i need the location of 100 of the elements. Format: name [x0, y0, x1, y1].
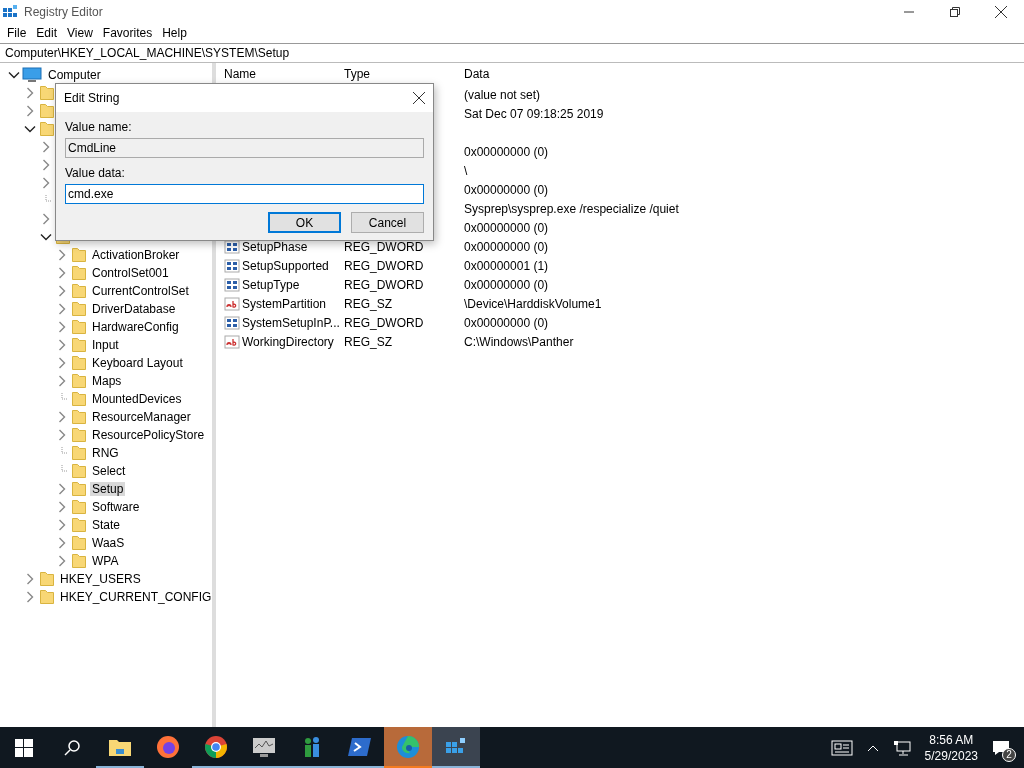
expand-chevron-icon[interactable]: [56, 537, 68, 549]
notification-icon[interactable]: [992, 739, 1010, 756]
folder-icon: [72, 518, 86, 532]
tree-item[interactable]: ResourceManager: [90, 410, 193, 424]
value-name-field[interactable]: CmdLine: [65, 138, 424, 158]
expand-chevron-icon[interactable]: [24, 573, 36, 585]
folder-icon: [72, 284, 86, 298]
folder-icon: [72, 392, 86, 406]
chevron-up-icon[interactable]: [866, 743, 879, 752]
expand-chevron-icon[interactable]: [56, 411, 68, 423]
tree-item[interactable]: MountedDevices: [90, 392, 184, 406]
expand-chevron-icon[interactable]: [24, 591, 36, 603]
news-icon[interactable]: [830, 739, 853, 756]
tree-item[interactable]: WPA: [90, 554, 121, 568]
expand-chevron-icon[interactable]: [56, 339, 68, 351]
windows-start-icon[interactable]: [15, 738, 33, 757]
value-data: \Device\HarddiskVolume1: [464, 296, 602, 311]
tree-item[interactable]: Input: [90, 338, 121, 352]
expand-chevron-icon[interactable]: [40, 159, 52, 171]
dialog-button[interactable]: Cancel: [351, 212, 424, 233]
tree-item[interactable]: CurrentControlSet: [90, 284, 191, 298]
value-data-field[interactable]: cmd.exe: [65, 184, 424, 204]
value-data: 0x00000000 (0): [464, 182, 549, 197]
collapse-chevron-icon[interactable]: [8, 69, 20, 81]
expand-chevron-icon[interactable]: [56, 249, 68, 261]
column-header[interactable]: Type: [344, 67, 464, 81]
folder-icon: [72, 338, 86, 352]
close-icon[interactable]: [995, 5, 1007, 18]
column-header[interactable]: Data: [464, 67, 1024, 81]
expand-chevron-icon[interactable]: [56, 501, 68, 513]
restore-icon[interactable]: [950, 6, 960, 17]
tree-item[interactable]: RNG: [90, 446, 121, 460]
expand-chevron-icon[interactable]: [56, 483, 68, 495]
menu-item[interactable]: Favorites: [97, 26, 158, 40]
tree-item[interactable]: State: [90, 518, 123, 532]
tree-item[interactable]: HKEY_USERS: [58, 572, 143, 586]
expand-chevron-icon[interactable]: [40, 141, 52, 153]
expand-chevron-icon[interactable]: [56, 429, 68, 441]
expand-chevron-icon[interactable]: [56, 555, 68, 567]
folder-icon: [72, 266, 86, 280]
folder-icon: [40, 104, 54, 118]
value-data: 0x00000000 (0): [464, 239, 549, 254]
expand-chevron-icon[interactable]: [40, 177, 52, 189]
close-icon[interactable]: [413, 92, 425, 104]
value-data: \: [464, 163, 468, 178]
clock[interactable]: 8:56 AM 5/29/2023: [924, 731, 978, 764]
tree-item[interactable]: ResourcePolicyStore: [90, 428, 207, 442]
folder-icon: [40, 572, 54, 586]
collapse-chevron-icon[interactable]: [24, 123, 36, 135]
value-data: (value not set): [464, 87, 541, 102]
tree-item[interactable]: WaaS: [90, 536, 127, 550]
string-value-icon: [224, 295, 240, 312]
folder-icon: [72, 356, 86, 370]
address-bar[interactable]: Computer\HKEY_LOCAL_MACHINE\SYSTEM\Setup: [0, 43, 1024, 63]
folder-icon: [72, 500, 86, 514]
tree-item[interactable]: Select: [90, 464, 128, 478]
folder-icon: [72, 302, 86, 316]
expand-chevron-icon[interactable]: [56, 375, 68, 387]
folder-icon: [72, 446, 86, 460]
tree-item[interactable]: ControlSet001: [90, 266, 171, 280]
expand-chevron-icon[interactable]: [40, 213, 52, 225]
menu-item[interactable]: Help: [157, 26, 192, 40]
tree-item[interactable]: ActivationBroker: [90, 248, 182, 262]
expand-chevron-icon[interactable]: [56, 357, 68, 369]
search-icon[interactable]: [63, 738, 81, 757]
folder-icon: [72, 464, 86, 478]
value-name: SystemPartition: [242, 296, 327, 311]
field-label: Value data:: [65, 166, 126, 180]
tree-item[interactable]: Keyboard Layout: [90, 356, 185, 370]
menu-item[interactable]: Edit: [31, 26, 63, 40]
collapse-chevron-icon[interactable]: [40, 231, 52, 243]
column-header[interactable]: Name: [224, 67, 344, 81]
tree-item[interactable]: Maps: [90, 374, 124, 388]
window-title: Registry Editor: [24, 4, 104, 19]
value-data: 0x00000000 (0): [464, 144, 549, 159]
value-type: REG_DWORD: [344, 315, 424, 330]
expand-chevron-icon[interactable]: [56, 519, 68, 531]
tree-item[interactable]: Setup: [90, 482, 126, 496]
value-data: 0x00000000 (0): [464, 277, 549, 292]
chrome-icon: [204, 734, 228, 759]
folder-icon: [40, 122, 54, 136]
expand-chevron-icon[interactable]: [24, 87, 36, 99]
folder-icon: [72, 428, 86, 442]
tree-item[interactable]: Computer: [46, 68, 103, 82]
menu-item[interactable]: File: [2, 26, 32, 40]
menu-item[interactable]: View: [62, 26, 98, 40]
minimize-icon[interactable]: [904, 10, 914, 13]
network-icon[interactable]: [892, 739, 911, 756]
tree-item[interactable]: Software: [90, 500, 142, 514]
expand-chevron-icon[interactable]: [56, 303, 68, 315]
expand-chevron-icon[interactable]: [56, 321, 68, 333]
tree-item[interactable]: HKEY_CURRENT_CONFIG: [58, 590, 214, 604]
expand-chevron-icon[interactable]: [24, 105, 36, 117]
expand-chevron-icon[interactable]: [56, 285, 68, 297]
value-name: SetupSupported: [242, 258, 329, 273]
folder-icon: [72, 482, 86, 496]
tree-item[interactable]: HardwareConfig: [90, 320, 181, 334]
dialog-button[interactable]: OK: [268, 212, 341, 233]
expand-chevron-icon[interactable]: [56, 267, 68, 279]
tree-item[interactable]: DriverDatabase: [90, 302, 178, 316]
